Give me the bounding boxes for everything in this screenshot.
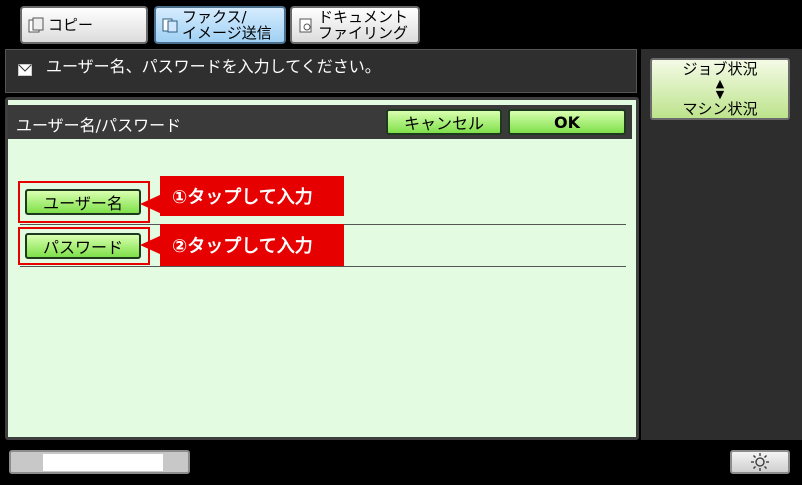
- status-bar: [9, 450, 190, 474]
- password-button[interactable]: パスワード: [25, 233, 141, 259]
- mail-icon: [18, 64, 32, 76]
- document-icon: [299, 18, 312, 33]
- message-bar: ユーザー名、パスワードを入力してください。: [5, 49, 637, 93]
- tab-copy-label: コピー: [48, 15, 94, 34]
- message-text: ユーザー名、パスワードを入力してください。: [46, 57, 381, 76]
- brightness-button[interactable]: [730, 450, 790, 474]
- job-status-button[interactable]: ジョブ状況 ▲ ▼ マシン状況: [650, 58, 790, 120]
- tab-doc-label-line1: ドキュメント: [318, 8, 409, 26]
- tab-fax-label-line1: ファクス/: [182, 8, 247, 26]
- tab-doc-label-line2: ファイリング: [318, 24, 409, 42]
- ok-button[interactable]: OK: [508, 109, 626, 135]
- copy-icon: [28, 17, 44, 33]
- cancel-button[interactable]: キャンセル: [386, 109, 502, 135]
- brightness-icon: [751, 453, 769, 471]
- callout-pointer: [140, 194, 162, 214]
- callout-pointer: [140, 235, 162, 255]
- up-down-arrow-icon: ▲ ▼: [715, 77, 725, 101]
- tab-copy[interactable]: コピー: [20, 6, 148, 44]
- tab-document-filing[interactable]: ドキュメント ファイリング: [290, 6, 420, 44]
- machine-status-label: マシン状況: [682, 100, 758, 118]
- tab-fax-image-send[interactable]: ファクス/ イメージ送信: [154, 6, 286, 44]
- tab-fax-label-line2: イメージ送信: [182, 24, 272, 42]
- row-divider: [20, 266, 626, 267]
- username-button[interactable]: ユーザー名: [25, 189, 141, 215]
- job-status-label: ジョブ状況: [682, 60, 758, 78]
- fax-icon: [162, 18, 178, 33]
- callout-step2: ②タップして入力: [160, 224, 344, 266]
- dialog-panel: [5, 97, 639, 440]
- callout-step1: ①タップして入力: [160, 176, 344, 216]
- dialog-title: ユーザー名/パスワード: [16, 116, 182, 135]
- status-bar-fill: [43, 454, 163, 471]
